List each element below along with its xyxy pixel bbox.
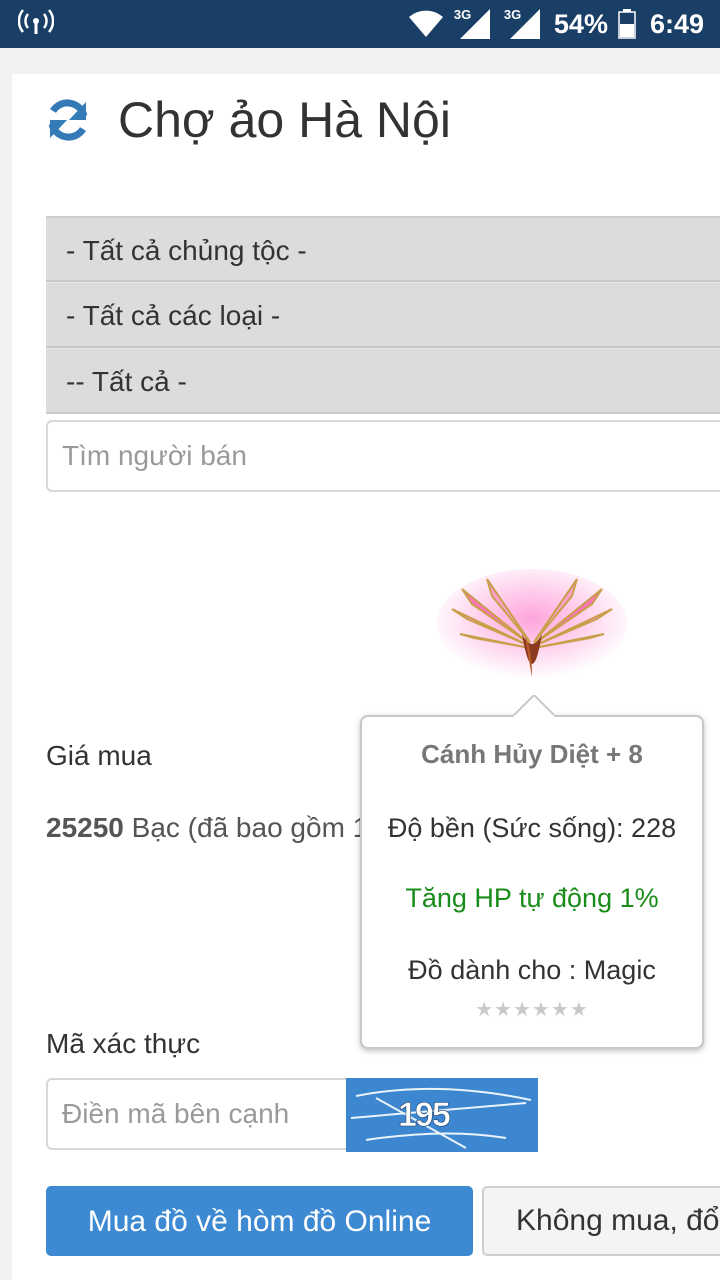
category-select[interactable]: - Tất cả các loại - — [46, 282, 720, 348]
item-stars: ★★★★★★ — [475, 999, 589, 1021]
captcha-image-text: 195 — [398, 1096, 450, 1134]
race-select[interactable]: - Tất cả chủng tộc - — [46, 216, 720, 282]
captcha-label: Mã xác thực — [46, 1028, 201, 1059]
wireless-tower-icon — [18, 9, 54, 34]
signal-icon — [509, 9, 540, 39]
item-name: Cánh Hủy Diệt + 8 — [421, 739, 643, 769]
battery-icon — [618, 9, 636, 39]
item-durability: Độ bền (Sức sống): 228 — [387, 813, 677, 843]
captcha-input[interactable] — [46, 1078, 348, 1150]
signal-indicator-2: 3G — [504, 7, 544, 41]
seller-search-input[interactable] — [46, 420, 720, 492]
wifi-icon — [408, 10, 443, 37]
wings-item-image[interactable] — [432, 564, 632, 694]
item-tooltip: Cánh Hủy Diệt + 8 Độ bền (Sức sống): 228… — [360, 695, 704, 1049]
status-bar: 3G 3G 54% 6:49 — [0, 0, 720, 48]
price-label: Giá mua — [46, 740, 152, 771]
subcategory-select[interactable]: -- Tất cả - — [46, 348, 720, 414]
clock: 6:49 — [649, 8, 704, 39]
cancel-button[interactable]: Không mua, đổ — [482, 1186, 720, 1256]
price-value: 25250 Bạc (đã bao gồm 1 — [46, 812, 386, 844]
signal-indicator-1: 3G — [454, 7, 494, 41]
buy-online-button[interactable]: Mua đồ về hòm đồ Online — [46, 1186, 473, 1256]
captcha-image[interactable]: 195 — [346, 1078, 538, 1152]
page-header: Chợ ảo Hà Nội — [44, 92, 451, 148]
filter-group: - Tất cả chủng tộc - - Tất cả các loại -… — [46, 216, 720, 414]
page-title: Chợ ảo Hà Nội — [118, 92, 451, 148]
battery-percent: 54% — [553, 8, 608, 39]
refresh-icon[interactable] — [44, 96, 92, 144]
market-page: Chợ ảo Hà Nội - Tất cả chủng tộc - - Tất… — [12, 74, 720, 1280]
price-detail: Bạc (đã bao gồm 1 — [123, 812, 369, 843]
signal-icon — [459, 9, 490, 39]
tooltip-arrow — [512, 695, 556, 717]
item-bonus: Tăng HP tự động 1% — [405, 883, 659, 913]
item-class-requirement: Đồ dành cho : Magic — [408, 955, 656, 985]
price-amount: 25250 — [46, 812, 124, 843]
